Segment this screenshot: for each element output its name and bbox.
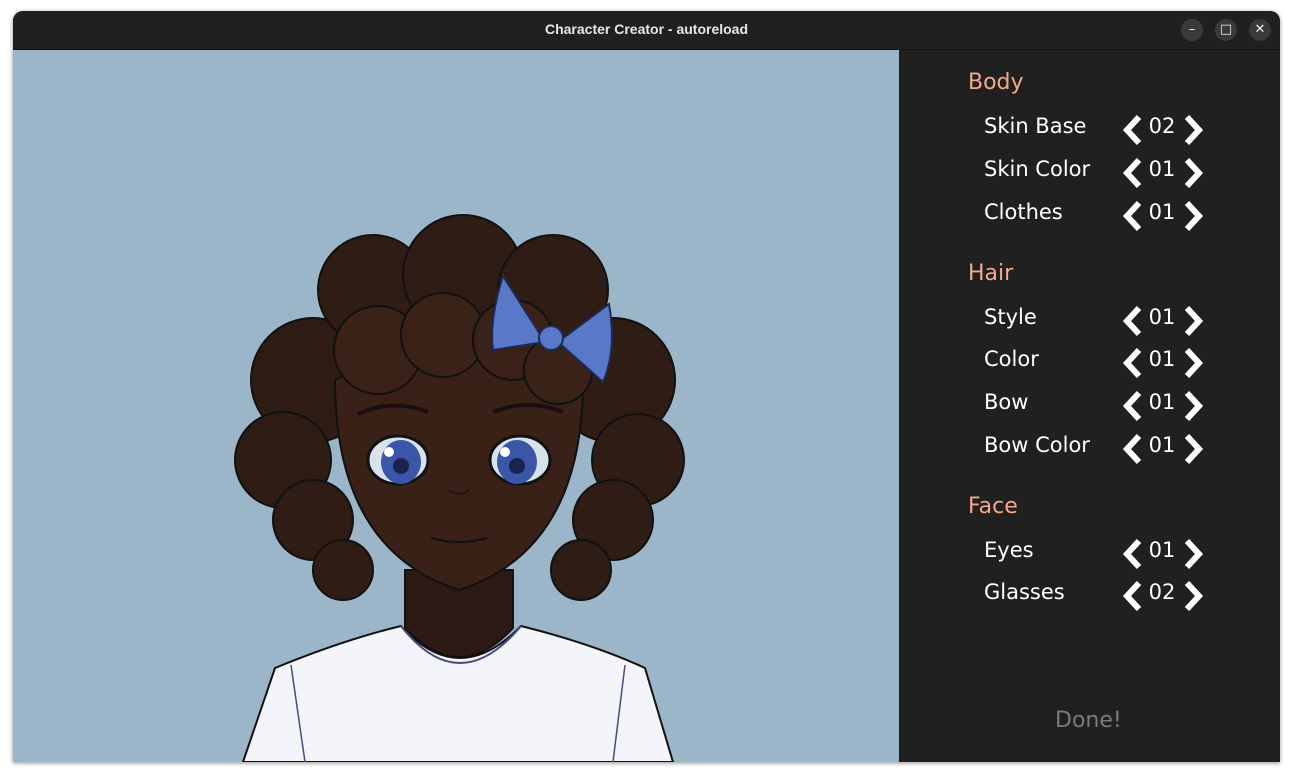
option-value: 02 [1148,114,1176,138]
prev-arrow-icon[interactable] [1120,538,1146,570]
option-value: 01 [1148,200,1176,224]
prev-arrow-icon[interactable] [1120,580,1146,612]
minimize-button[interactable]: – [1181,19,1203,41]
option-label: Color [984,347,1039,371]
option-row-hair-1: Color 01 [984,345,1244,379]
next-arrow-icon[interactable] [1180,433,1206,465]
option-value: 01 [1148,305,1176,329]
prev-arrow-icon[interactable] [1120,200,1146,232]
section-title-hair: Hair [968,261,1014,286]
option-row-face-1: Glasses 02 [984,578,1244,612]
option-value: 01 [1148,347,1176,371]
next-arrow-icon[interactable] [1180,538,1206,570]
prev-arrow-icon[interactable] [1120,157,1146,189]
prev-arrow-icon[interactable] [1120,390,1146,422]
option-label: Eyes [984,538,1034,562]
app-window: Character Creator - autoreload – □ ✕ Bod… [13,11,1280,762]
close-button[interactable]: ✕ [1249,19,1271,41]
option-label: Bow [984,390,1029,414]
option-value: 01 [1148,538,1176,562]
maximize-button[interactable]: □ [1215,19,1237,41]
option-row-body-1: Skin Color 01 [984,155,1244,189]
section-title-face: Face [968,494,1018,519]
option-row-body-2: Clothes 01 [984,198,1244,232]
next-arrow-icon[interactable] [1180,347,1206,379]
option-label: Clothes [984,200,1063,224]
prev-arrow-icon[interactable] [1120,114,1146,146]
option-value: 01 [1148,157,1176,181]
window-title: Character Creator - autoreload [544,21,749,37]
option-value: 01 [1148,390,1176,414]
section-title-body: Body [968,70,1024,95]
option-label: Style [984,305,1037,329]
option-row-hair-2: Bow 01 [984,388,1244,422]
settings-panel: Body Skin Base 02 Skin Color 01 Clothes 01 Hair… [899,50,1280,762]
next-arrow-icon[interactable] [1180,305,1206,337]
option-row-hair-0: Style 01 [984,303,1244,337]
next-arrow-icon[interactable] [1180,580,1206,612]
option-row-hair-3: Bow Color 01 [984,431,1244,465]
done-button[interactable]: Done! [1055,708,1122,733]
character-preview [13,50,899,762]
option-label: Bow Color [984,433,1090,457]
next-arrow-icon[interactable] [1180,114,1206,146]
title-bar[interactable]: Character Creator - autoreload – □ ✕ [13,11,1280,50]
prev-arrow-icon[interactable] [1120,305,1146,337]
option-label: Glasses [984,580,1065,604]
option-value: 01 [1148,433,1176,457]
option-value: 02 [1148,580,1176,604]
option-label: Skin Base [984,114,1087,138]
next-arrow-icon[interactable] [1180,390,1206,422]
prev-arrow-icon[interactable] [1120,433,1146,465]
option-row-body-0: Skin Base 02 [984,112,1244,146]
option-label: Skin Color [984,157,1091,181]
option-row-face-0: Eyes 01 [984,536,1244,570]
next-arrow-icon[interactable] [1180,157,1206,189]
next-arrow-icon[interactable] [1180,200,1206,232]
character-illustration [234,214,685,762]
prev-arrow-icon[interactable] [1120,347,1146,379]
